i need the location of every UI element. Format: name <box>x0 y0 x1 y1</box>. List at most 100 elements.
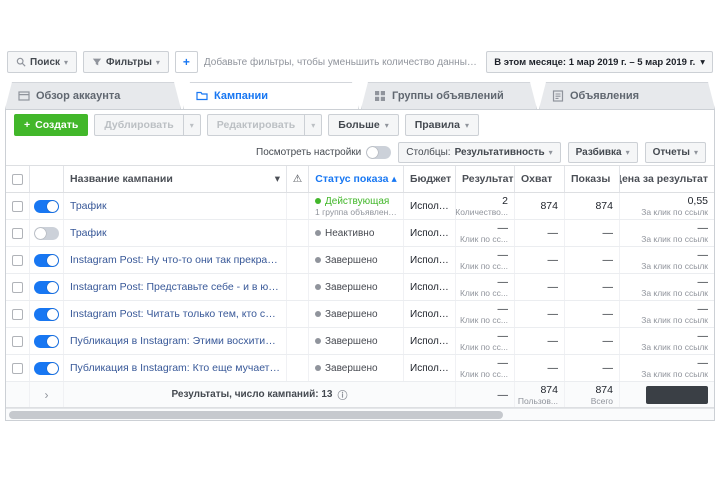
date-range-value: В этом месяце: 1 мар 2019 г. – 5 мар 201… <box>494 57 695 68</box>
edit-button[interactable]: Редактировать <box>207 114 306 136</box>
impressions-cell: — <box>565 220 620 246</box>
sort-ascending-icon: ▴ <box>391 173 396 185</box>
budget-cell: Используе... <box>404 301 456 327</box>
more-button[interactable]: Больше ▾ <box>328 114 398 136</box>
horizontal-scrollbar[interactable] <box>6 408 714 420</box>
reports-button[interactable]: Отчеты ▾ <box>645 142 706 163</box>
footer-results-cell: — <box>456 382 515 407</box>
campaign-name-link[interactable]: Публикация в Instagram: Кто еще мучает п… <box>70 362 280 374</box>
warning-cell <box>287 193 309 219</box>
campaign-toggle[interactable] <box>34 200 59 213</box>
impressions-cell: — <box>565 328 620 354</box>
duplicate-caret-button[interactable]: ▾ <box>184 114 201 136</box>
toggle-knob <box>47 201 58 212</box>
toggle-column-header <box>30 166 64 192</box>
cost-value: — <box>698 330 709 342</box>
columns-button[interactable]: Столбцы: Результативность ▾ <box>398 142 560 163</box>
status-label: Завершено <box>325 282 378 293</box>
campaign-toggle[interactable] <box>34 254 59 267</box>
edit-caret-button[interactable]: ▾ <box>305 114 322 136</box>
scrollbar-thumb[interactable] <box>9 411 503 419</box>
results-value: — <box>498 249 509 261</box>
row-checkbox[interactable] <box>12 201 23 212</box>
impressions-cell: — <box>565 247 620 273</box>
status-label: Завершено <box>325 255 378 266</box>
row-checkbox-cell <box>6 220 30 246</box>
select-all-checkbox[interactable] <box>12 174 23 185</box>
budget-cell: Используе... <box>404 247 456 273</box>
chevron-down-icon: ▾ <box>700 57 705 68</box>
view-settings-toggle[interactable] <box>366 146 391 159</box>
rules-button[interactable]: Правила ▾ <box>405 114 479 136</box>
table-row: Трафик Действующая 1 группа объявлений з… <box>6 193 714 220</box>
reach-header[interactable]: Охват <box>515 166 565 192</box>
duplicate-button[interactable]: Дублировать <box>94 114 183 136</box>
delivery-status-header[interactable]: Статус показа ▴ <box>309 166 404 192</box>
search-button[interactable]: Поиск ▾ <box>7 51 77 73</box>
reach-value: — <box>548 308 559 320</box>
delivery-status: Завершено <box>315 336 397 347</box>
campaign-name-link[interactable]: Трафик <box>70 227 280 239</box>
cost-value: 0,55 <box>688 195 708 207</box>
campaign-name-link[interactable]: Трафик <box>70 200 280 212</box>
campaign-name-link[interactable]: Instagram Post: Ну что-то они так прекра… <box>70 254 280 266</box>
cost-header[interactable]: Цена за результат <box>620 166 714 192</box>
reach-cell: — <box>515 274 565 300</box>
campaign-toggle[interactable] <box>34 308 59 321</box>
results-value: 2 <box>502 195 508 207</box>
chevron-down-icon: ▾ <box>694 148 698 157</box>
tab-ad-sets[interactable]: Группы объявлений <box>361 82 537 109</box>
reports-label: Отчеты <box>653 147 690 158</box>
row-checkbox[interactable] <box>12 309 23 320</box>
impressions-header[interactable]: Показы <box>565 166 620 192</box>
results-cell: — Клик по сс... <box>456 220 515 246</box>
cost-cell: 0,55 За клик по ссылк <box>620 193 714 219</box>
chevron-down-icon: ▾ <box>549 148 553 157</box>
row-checkbox[interactable] <box>12 282 23 293</box>
create-button[interactable]: + Создать <box>14 114 88 136</box>
row-checkbox[interactable] <box>12 336 23 347</box>
footer-reach-subtext: Пользов... <box>518 396 558 406</box>
chevron-down-icon: ▾ <box>190 121 194 130</box>
cost-cell: — За клик по ссылк <box>620 301 714 327</box>
tab-label: Объявления <box>570 90 639 102</box>
filters-button[interactable]: Фильтры ▾ <box>83 51 169 73</box>
row-checkbox-cell <box>6 328 30 354</box>
row-checkbox[interactable] <box>12 228 23 239</box>
row-checkbox-cell <box>6 301 30 327</box>
results-header[interactable]: Результаты <box>456 166 515 192</box>
footer-spacer-cell <box>6 382 30 407</box>
tab-account-overview[interactable]: Обзор аккаунта <box>5 82 181 109</box>
row-checkbox[interactable] <box>12 363 23 374</box>
tab-campaigns[interactable]: Кампании <box>183 82 359 109</box>
warning-cell <box>287 247 309 273</box>
reach-cell: — <box>515 247 565 273</box>
results-cell: — Клик по сс... <box>456 247 515 273</box>
campaign-toggle[interactable] <box>34 335 59 348</box>
campaign-name-header[interactable]: Название кампании ▾ <box>64 166 287 192</box>
rules-label: Правила <box>415 119 460 131</box>
add-filter-button[interactable]: + <box>175 51 198 73</box>
chevron-down-icon: ▾ <box>465 121 469 130</box>
tab-label: Кампании <box>214 90 268 102</box>
campaign-name-link[interactable]: Instagram Post: Представьте себе - и в ю… <box>70 281 280 293</box>
filter-input-placeholder[interactable]: Добавьте фильтры, чтобы уменьшить количе… <box>204 57 480 68</box>
results-cell: — Клик по сс... <box>456 274 515 300</box>
cost-value: — <box>698 276 709 288</box>
expander-icon[interactable]: › <box>45 388 49 402</box>
row-checkbox[interactable] <box>12 255 23 266</box>
campaign-toggle[interactable] <box>34 362 59 375</box>
results-value: — <box>498 330 509 342</box>
chevron-down-icon: ▾ <box>156 58 160 67</box>
campaign-toggle[interactable] <box>34 281 59 294</box>
date-range-selector[interactable]: В этом месяце: 1 мар 2019 г. – 5 мар 201… <box>486 51 713 73</box>
info-icon[interactable]: ⓘ <box>337 387 347 402</box>
campaign-name-link[interactable]: Публикация в Instagram: Этими восхитител… <box>70 335 280 347</box>
budget-header[interactable]: Бюджет <box>404 166 456 192</box>
columns-label: Столбцы: <box>406 147 450 158</box>
tab-ads[interactable]: Объявления <box>539 82 715 109</box>
cost-cell: — За клик по ссылк <box>620 247 714 273</box>
breakdown-button[interactable]: Разбивка ▾ <box>568 142 638 163</box>
campaign-toggle[interactable] <box>34 227 59 240</box>
campaign-name-link[interactable]: Instagram Post: Читать только тем, кто с… <box>70 308 280 320</box>
